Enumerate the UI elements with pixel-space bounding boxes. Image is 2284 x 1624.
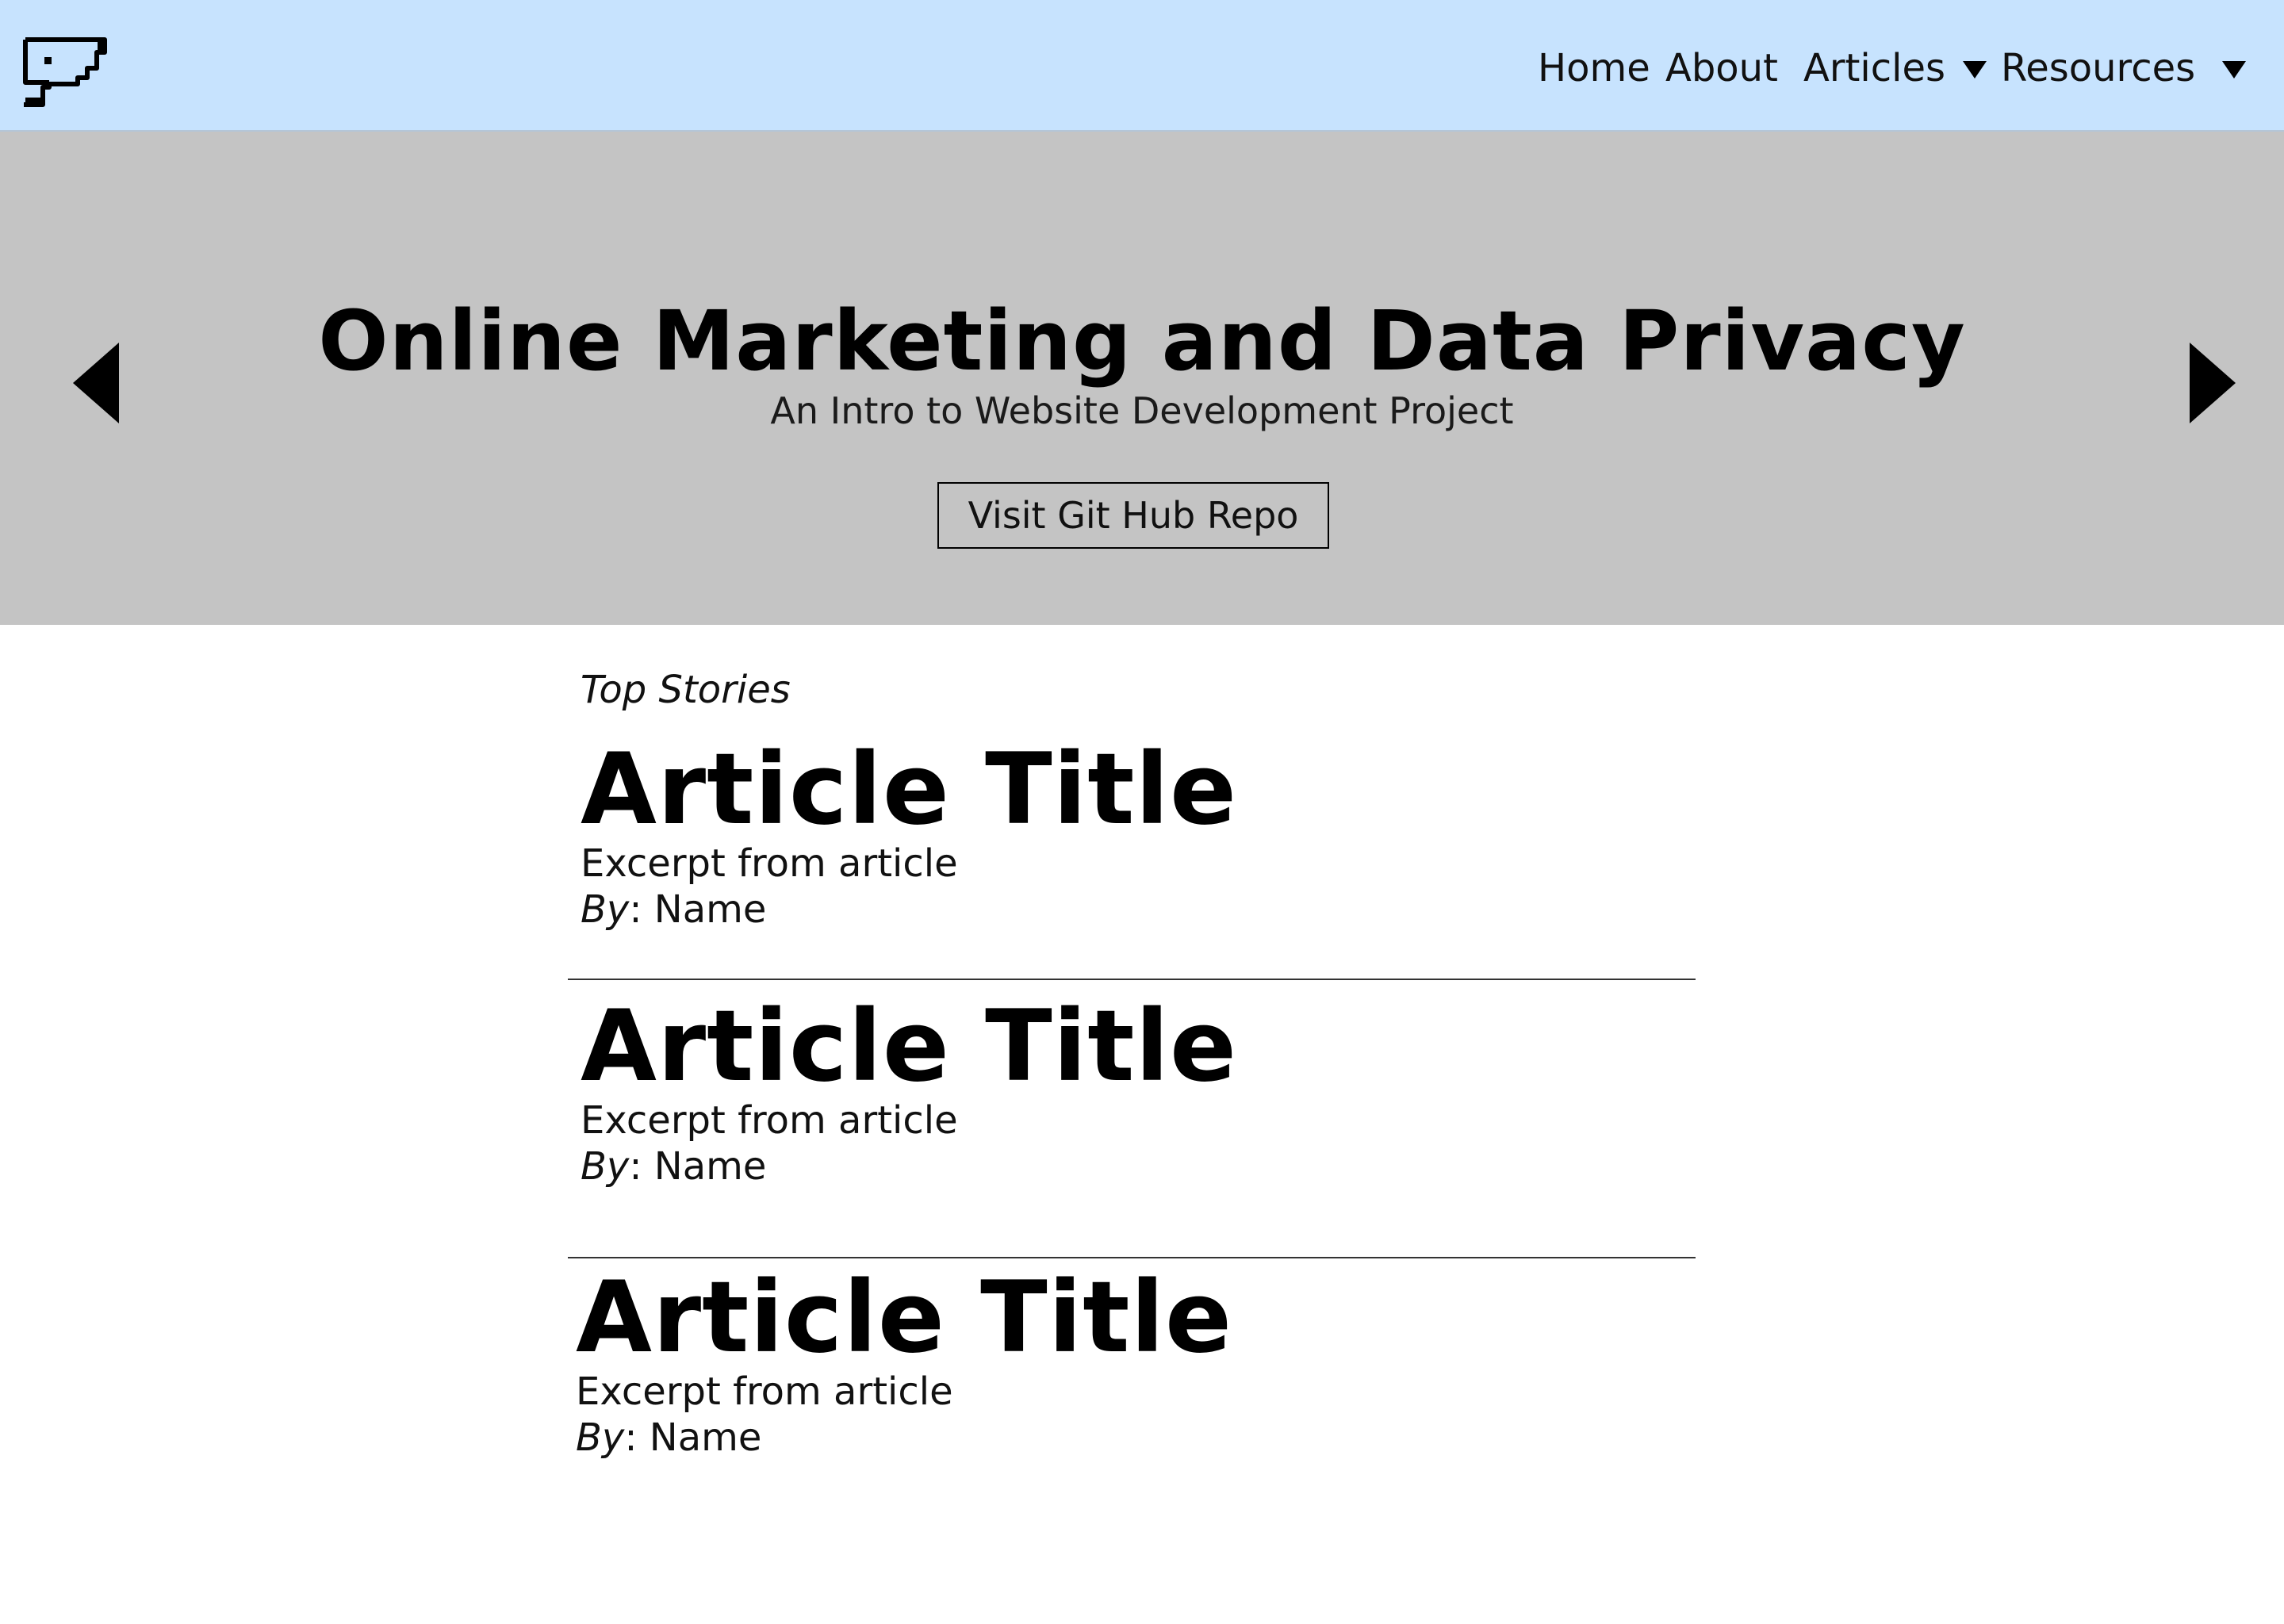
article-byline: By: Name xyxy=(576,1415,1702,1461)
article-author: Name xyxy=(649,1415,762,1460)
article-divider xyxy=(568,979,1696,980)
nav-about-link[interactable]: About xyxy=(1665,46,1778,90)
byline-label: By xyxy=(581,1144,630,1189)
article-divider xyxy=(568,1257,1696,1258)
nav-articles-dropdown[interactable]: Articles xyxy=(1803,46,1987,90)
article-author: Name xyxy=(653,887,767,932)
nav-resources-dropdown[interactable]: Resources xyxy=(2001,46,2247,90)
byline-label: By xyxy=(576,1415,625,1460)
article-card[interactable]: Article Title Excerpt from article By: N… xyxy=(581,998,1707,1189)
top-navbar: Home About Articles Resources xyxy=(0,0,2284,132)
article-card[interactable]: Article Title Excerpt from article By: N… xyxy=(576,1269,1702,1461)
byline-label: By xyxy=(581,887,630,932)
byline-separator: : xyxy=(629,1144,654,1189)
section-heading: Top Stories xyxy=(581,668,791,712)
article-byline: By: Name xyxy=(581,1143,1707,1189)
article-author: Name xyxy=(653,1144,767,1189)
article-title[interactable]: Article Title xyxy=(581,998,1707,1096)
hero-carousel: Online Marketing and Data Privacy An Int… xyxy=(0,132,2284,625)
carousel-next-icon[interactable] xyxy=(2190,343,2236,423)
hero-title: Online Marketing and Data Privacy xyxy=(318,293,1966,389)
nav-articles-label: Articles xyxy=(1803,46,1945,90)
article-excerpt: Excerpt from article xyxy=(581,841,958,886)
byline-separator: : xyxy=(629,887,654,932)
hero-subtitle: An Intro to Website Development Project xyxy=(770,389,1514,432)
article-excerpt: Excerpt from article xyxy=(576,1369,953,1414)
article-card[interactable]: Article Title Excerpt from article By: N… xyxy=(581,741,1707,933)
github-repo-button[interactable]: Visit Git Hub Repo xyxy=(937,482,1329,549)
nav-resources-label: Resources xyxy=(2001,46,2196,90)
nav-about-label: About xyxy=(1665,46,1778,90)
article-title[interactable]: Article Title xyxy=(576,1269,1702,1367)
article-byline: By: Name xyxy=(581,887,1707,933)
nav-home-label: Home xyxy=(1538,46,1650,90)
caret-down-icon xyxy=(1963,61,1987,79)
caret-down-icon xyxy=(2222,61,2247,79)
article-excerpt: Excerpt from article xyxy=(581,1098,958,1143)
security-camera-icon[interactable] xyxy=(21,32,108,108)
nav-home-link[interactable]: Home xyxy=(1538,46,1650,90)
byline-separator: : xyxy=(624,1415,650,1460)
article-title[interactable]: Article Title xyxy=(581,741,1707,839)
